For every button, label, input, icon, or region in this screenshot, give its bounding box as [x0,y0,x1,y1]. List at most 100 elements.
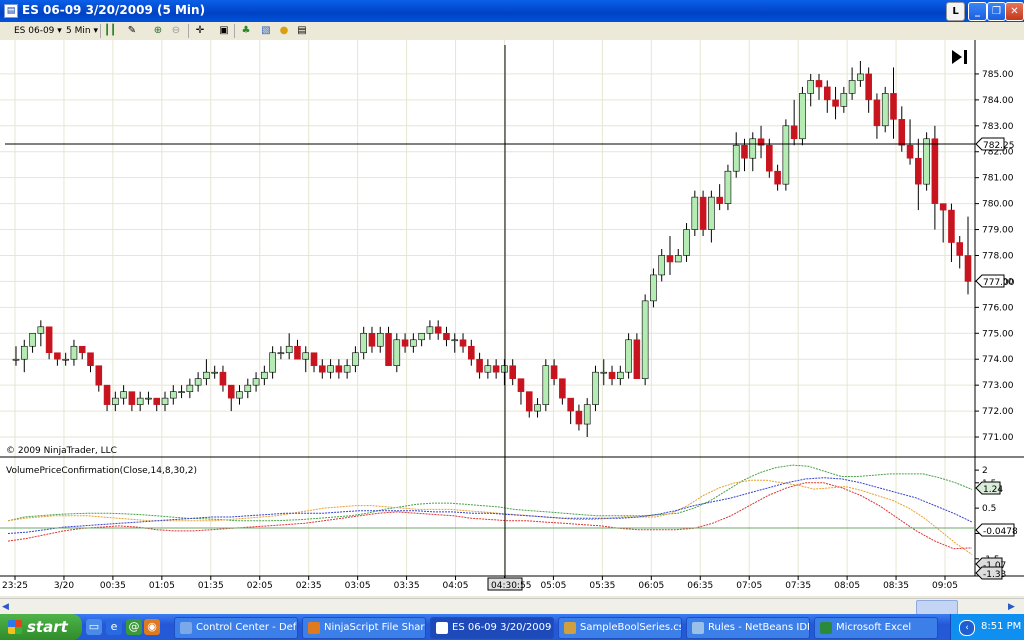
chart-area[interactable]: 785.00 784.00 783.00 782.00 781.00 780.00 779.… [0,40,1024,596]
candle [691,190,699,237]
task-label: Microsoft Excel [836,622,912,633]
candle [815,73,823,100]
candle [708,190,715,243]
price-candles [12,60,972,438]
candle [54,352,61,366]
chart-canvas[interactable]: 785.00784.00783.00782.00781.00780.00779.… [0,40,1024,596]
task-chart-window[interactable]: ES 06-09 3/20/2009 ... [430,617,554,639]
candle [799,86,806,146]
task-netbeans[interactable]: Rules - NetBeans IDE... [686,617,810,639]
interval-selector[interactable]: 5 Min ▾ [66,24,98,38]
task-excel[interactable]: Microsoft Excel [814,617,938,639]
candle [848,67,856,100]
x-tick-label: 05:05 [540,581,566,591]
crosshair-icon[interactable]: ✛ [194,25,206,37]
windows-logo-icon [8,620,22,634]
desktop-icon[interactable]: ▭ [86,619,102,635]
strategies-icon[interactable]: ♣ [240,25,252,37]
scroll-thumb[interactable] [916,600,958,615]
candle [782,119,790,191]
candle [517,378,525,405]
start-button[interactable]: start [0,614,82,640]
window-title: ES 06-09 3/20/2009 (5 Min) [22,3,206,17]
drawing-tool-icon[interactable]: ✎ [126,25,138,37]
zoom-out-icon[interactable]: ⊖ [170,25,182,37]
instrument-selector[interactable]: ES 06-09 ▾ [14,24,62,38]
task-editor[interactable]: SampleBoolSeries.cs [... [558,617,682,639]
task-label: Rules - NetBeans IDE... [708,622,809,633]
crosshair-price-label: 782.25 [975,137,1015,151]
scroll-left-arrow-icon[interactable]: ◀ [2,601,14,613]
candle [468,339,475,366]
system-tray: ‹ 8:51 PM [950,614,1024,640]
candle [37,320,45,347]
task-firefox[interactable]: NinjaScript File Sharin... [302,617,426,639]
y-tick-label: 779.00 [982,226,1014,236]
candle [211,365,218,379]
svg-text:782.25: 782.25 [983,141,1015,151]
candle [252,372,260,392]
candle [87,352,94,373]
candle [244,378,252,399]
y-tick-label: 776.00 [982,303,1014,313]
x-tick-label: 01:35 [198,581,224,591]
title-bar[interactable]: ▤ ES 06-09 3/20/2009 (5 Min) L _ ❐ ✕ [0,0,1024,22]
indicators-icon[interactable]: ▧ [260,25,272,37]
indicator-value-label-2: -0.0478 [975,523,1018,537]
x-tick-label: 08:05 [834,581,860,591]
candle [285,333,293,360]
chevron-down-icon: ▾ [57,26,62,36]
candle [236,385,243,405]
candle [294,339,301,360]
x-tick-label: 05:35 [589,581,615,591]
scroll-right-arrow-icon[interactable]: ▶ [1008,601,1020,613]
candle [956,236,964,269]
mozilla-icon[interactable]: @ [126,619,142,635]
toolbar-separator [188,24,189,38]
candle [459,333,467,353]
y-tick-label: 772.00 [982,407,1014,417]
candle [683,223,690,262]
zoom-in-icon[interactable]: ⊕ [152,25,164,37]
candle [310,352,318,373]
data-box-icon[interactable]: ● [278,25,290,37]
candle [161,391,169,412]
x-tick-label: 00:35 [100,581,126,591]
indicator-axis: 21.50.5-0.5-1.5 [975,466,1000,565]
chart-trader-icon[interactable]: ▤ [296,25,308,37]
x-tick-label: 02:05 [247,581,273,591]
minimize-button[interactable]: _ [968,2,987,21]
close-button[interactable]: ✕ [1005,2,1024,21]
task-label: NinjaScript File Sharin... [324,622,425,633]
task-label: SampleBoolSeries.cs [... [580,622,682,633]
candle [525,391,533,418]
candle [732,132,740,178]
candle [923,132,930,191]
candle [658,249,666,282]
candle [931,125,939,230]
play-to-end-icon[interactable] [952,50,967,64]
tray-expand-icon[interactable]: ‹ [959,620,975,636]
candle [194,372,202,392]
bar-type-icon[interactable]: ┃┃ [104,25,116,37]
candle [227,384,235,412]
candle [443,326,450,347]
properties-icon[interactable]: ▣ [218,25,230,37]
svg-text:777.00: 777.00 [983,278,1015,288]
editor-icon [564,622,576,634]
candle [766,138,773,178]
candle [261,365,268,386]
horizontal-scrollbar[interactable]: ◀ ▶ [0,598,1024,615]
y-tick-label: 775.00 [982,329,1014,339]
indicator-value-label-4: -1.33 [975,566,1006,580]
y-tick-label: 778.00 [982,251,1014,261]
task-control-center[interactable]: Control Center - Default [174,617,298,639]
candle [78,345,86,360]
firefox-icon[interactable]: ◉ [144,619,160,635]
candle [103,384,111,412]
link-button[interactable]: L [946,2,965,21]
ie-icon[interactable]: e [106,619,122,635]
maximize-button[interactable]: ❐ [987,2,1006,21]
candle [376,326,384,353]
candle [501,359,508,386]
